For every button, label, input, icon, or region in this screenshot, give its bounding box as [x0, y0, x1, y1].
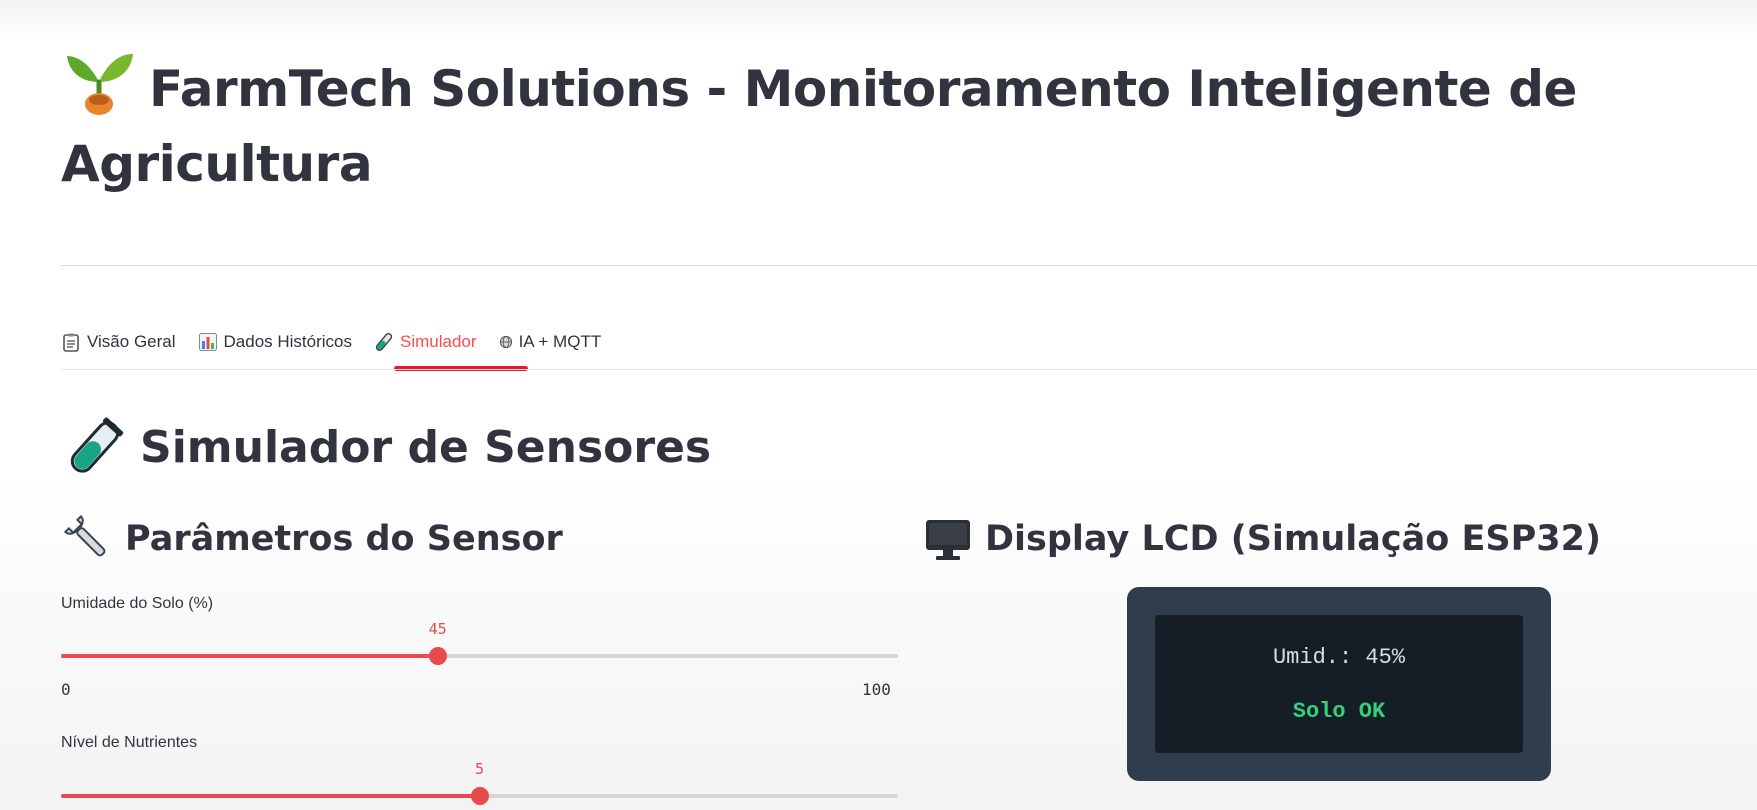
wrench-icon — [63, 514, 106, 557]
tab-simulador[interactable]: Simulador — [374, 332, 477, 352]
globe-icon — [499, 335, 513, 349]
sprout-icon — [61, 42, 137, 118]
tab-label: IA + MQTT — [518, 332, 602, 351]
lcd-status-line: Solo OK — [1292, 699, 1386, 724]
tab-label: Dados Históricos — [223, 332, 353, 351]
slider-max-label: 100 — [862, 680, 891, 699]
soil-moisture-slider[interactable]: 45 — [61, 620, 898, 668]
tab-label: Simulador — [400, 332, 477, 351]
slider-value: 45 — [428, 620, 447, 638]
tab-bar: Visão Geral Dados Históricos Simulador I… — [61, 322, 623, 362]
page-title: FarmTech Solutions - Monitoramento Intel… — [61, 42, 1661, 202]
nutrient-level-slider[interactable]: 5 — [61, 760, 898, 808]
tabs-divider — [61, 369, 1757, 370]
slider-thumb[interactable] — [428, 647, 447, 665]
slider-fill — [61, 654, 438, 658]
params-title: Parâmetros do Sensor — [125, 519, 563, 559]
slider-min-label: 0 — [61, 680, 71, 699]
tab-label: Visão Geral — [87, 332, 176, 351]
nutrient-level-label: Nível de Nutrientes — [61, 734, 198, 751]
lcd-heading: Display LCD (Simulação ESP32) — [923, 514, 1601, 564]
slider-fill — [61, 794, 480, 798]
tab-ia-mqtt[interactable]: IA + MQTT — [499, 332, 602, 352]
title-divider — [61, 265, 1757, 266]
section-heading: Simulador de Sensores — [64, 416, 711, 478]
page-title-line1: FarmTech Solutions - Monitoramento Intel… — [149, 60, 1577, 118]
lcd-title: Display LCD (Simulação ESP32) — [985, 519, 1601, 559]
section-title: Simulador de Sensores — [140, 421, 712, 473]
monitor-icon — [926, 520, 970, 560]
slider-thumb[interactable] — [470, 787, 489, 805]
test-tube-icon — [374, 332, 394, 352]
slider-value: 5 — [474, 760, 485, 778]
tab-visao-geral[interactable]: Visão Geral — [61, 332, 176, 352]
params-heading: Parâmetros do Sensor — [63, 514, 563, 564]
lcd-display: Umid.: 45% Solo OK — [1127, 587, 1551, 781]
page-title-line2: Agricultura — [61, 135, 373, 193]
soil-moisture-label: Umidade do Solo (%) — [61, 595, 214, 612]
lcd-screen: Umid.: 45% Solo OK — [1155, 615, 1523, 753]
lcd-moisture-line: Umid.: 45% — [1272, 645, 1406, 670]
bar-chart-icon — [198, 332, 218, 352]
tab-dados-historicos[interactable]: Dados Históricos — [198, 332, 353, 352]
test-tube-icon — [70, 417, 124, 473]
app-page: FarmTech Solutions - Monitoramento Intel… — [0, 0, 1757, 810]
clipboard-icon — [61, 332, 81, 352]
